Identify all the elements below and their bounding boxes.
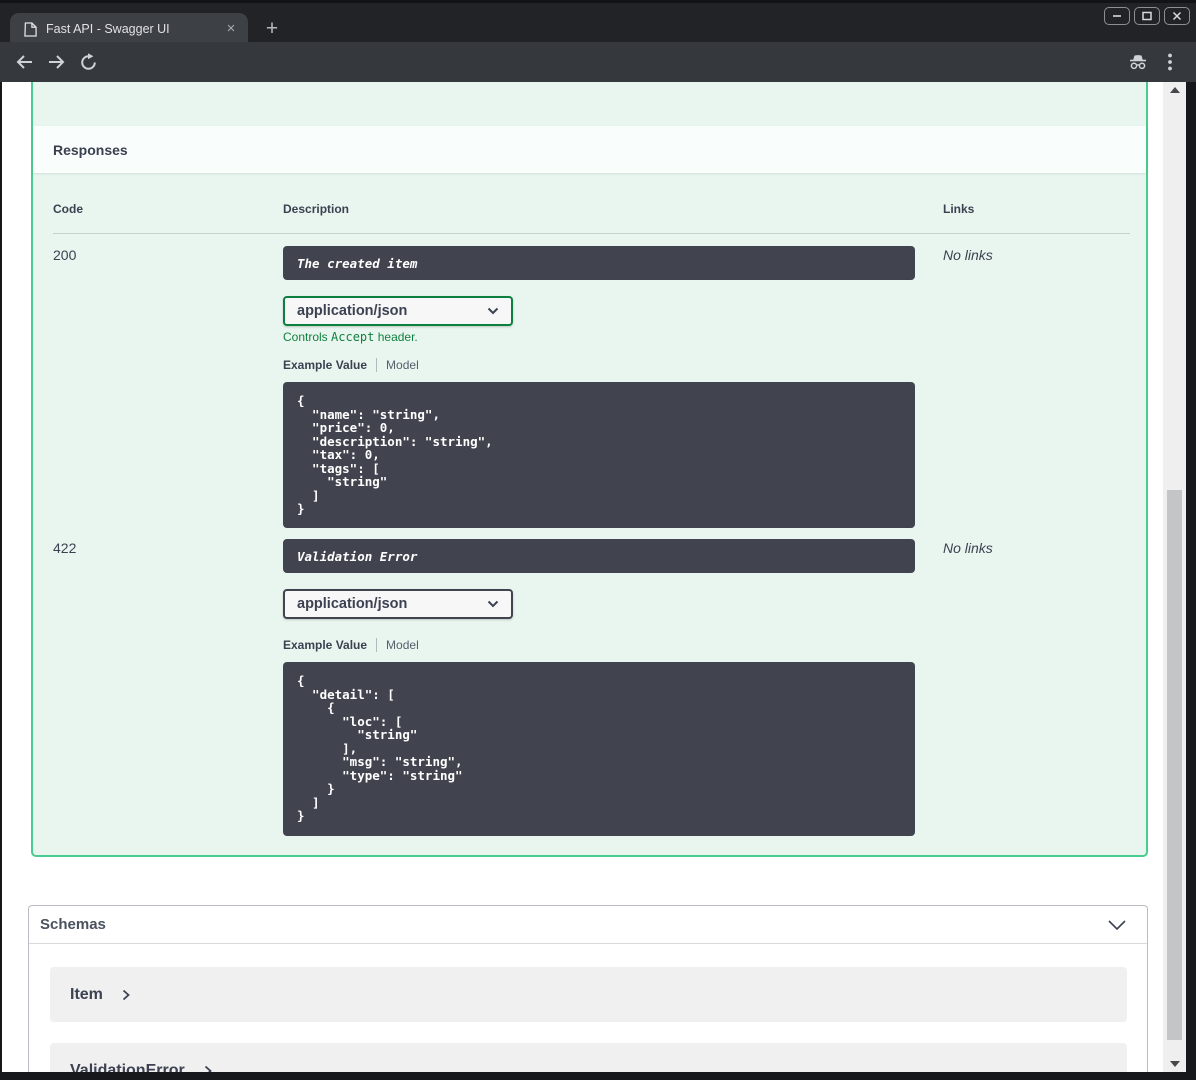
incognito-icon — [1130, 55, 1146, 70]
page-favicon-icon — [24, 21, 37, 37]
browser-chrome: Fast API - Swagger UI × + — [0, 0, 1196, 119]
links-value-200: No links — [943, 247, 993, 263]
window-controls — [1104, 7, 1190, 25]
page-content: Responses Code Description Links 200 The… — [2, 82, 1163, 1072]
chevron-right-icon — [122, 989, 130, 1000]
close-icon — [1172, 11, 1182, 21]
new-tab-button[interactable]: + — [260, 17, 284, 41]
reload-icon — [80, 52, 96, 70]
scroll-up-icon — [1169, 87, 1180, 93]
media-type-select-200[interactable]: application/json — [283, 296, 513, 326]
model-name: Item — [70, 985, 103, 1003]
browser-tab[interactable]: Fast API - Swagger UI × — [10, 13, 248, 45]
column-header-links: Links — [943, 202, 975, 216]
forward-icon — [48, 55, 64, 69]
page-scrollbar[interactable] — [1163, 82, 1186, 1072]
minimize-icon — [1113, 15, 1121, 17]
close-button[interactable] — [1164, 7, 1190, 25]
menu-button[interactable] — [1156, 48, 1184, 76]
example-json-200: { "name": "string", "price": 0, "descrip… — [283, 382, 915, 528]
table-header-divider — [53, 233, 1130, 234]
accept-note-prefix: Controls — [283, 330, 332, 344]
maximize-icon — [1142, 11, 1152, 21]
schemas-section: Schemas Item ValidationError — [28, 905, 1148, 1072]
browser-toolbar: 127.0.0.1:8000/docs — [0, 42, 1196, 119]
tab-example-value[interactable]: Example Value — [283, 358, 367, 372]
responses-title: Responses — [53, 141, 128, 158]
tab-separator — [376, 358, 378, 372]
back-icon — [16, 55, 32, 69]
media-type-value: application/json — [297, 303, 408, 319]
example-json-422: { "detail": [ { "loc": [ "string" ], "ms… — [283, 662, 915, 836]
tab-separator — [376, 638, 378, 652]
incognito-badge — [1124, 48, 1152, 76]
response-code-422: 422 — [53, 540, 77, 556]
responses-opblock: Responses Code Description Links 200 The… — [31, 82, 1148, 857]
model-name: ValidationError — [70, 1061, 185, 1073]
example-json-text: { "name": "string", "price": 0, "descrip… — [297, 393, 493, 516]
response-description-text: The created item — [297, 255, 418, 271]
column-header-description: Description — [283, 202, 350, 216]
model-card-item[interactable]: Item — [50, 967, 1127, 1022]
scroll-down-icon — [1169, 1061, 1180, 1067]
accept-note-suffix: header. — [374, 330, 418, 344]
media-type-select-422[interactable]: application/json — [283, 589, 513, 619]
example-model-tabs-422: Example Value Model — [283, 638, 419, 652]
accept-header-note: Controls Accept header. — [283, 330, 418, 344]
chevron-down-icon — [487, 307, 499, 315]
reload-button[interactable] — [74, 48, 102, 76]
chevron-down-icon[interactable] — [1107, 919, 1127, 931]
links-value-422: No links — [943, 540, 993, 556]
maximize-button[interactable] — [1134, 7, 1160, 25]
chevron-right-icon — [204, 1065, 212, 1072]
tab-strip: Fast API - Swagger UI × + — [0, 0, 1196, 45]
tab-model[interactable]: Model — [386, 638, 419, 652]
response-description-200: The created item — [283, 246, 915, 280]
tab-example-value[interactable]: Example Value — [283, 638, 367, 652]
tab-model[interactable]: Model — [386, 358, 419, 372]
schemas-header[interactable]: Schemas — [29, 906, 1147, 944]
example-json-text: { "detail": [ { "loc": [ "string" ], "ms… — [297, 673, 463, 823]
scrollbar-thumb[interactable] — [1167, 490, 1182, 1040]
response-description-422: Validation Error — [283, 539, 915, 573]
accept-note-code: Accept — [331, 330, 375, 344]
forward-button[interactable] — [42, 48, 70, 76]
responses-section-header: Responses — [33, 126, 1146, 173]
response-code-200: 200 — [53, 247, 77, 263]
schemas-title: Schemas — [40, 916, 106, 933]
column-header-code: Code — [53, 202, 83, 216]
back-button[interactable] — [10, 48, 38, 76]
tab-close-icon[interactable]: × — [222, 20, 240, 38]
scroll-up-button[interactable] — [1163, 82, 1186, 98]
model-card-validationerror[interactable]: ValidationError — [50, 1043, 1127, 1072]
example-model-tabs-200: Example Value Model — [283, 358, 419, 372]
minimize-button[interactable] — [1104, 7, 1130, 25]
kebab-menu-icon — [1168, 53, 1172, 71]
tab-title: Fast API - Swagger UI — [46, 22, 170, 36]
media-type-value: application/json — [297, 596, 408, 612]
scroll-down-button[interactable] — [1163, 1056, 1186, 1072]
chevron-down-icon — [487, 600, 499, 608]
response-description-text: Validation Error — [297, 548, 418, 564]
